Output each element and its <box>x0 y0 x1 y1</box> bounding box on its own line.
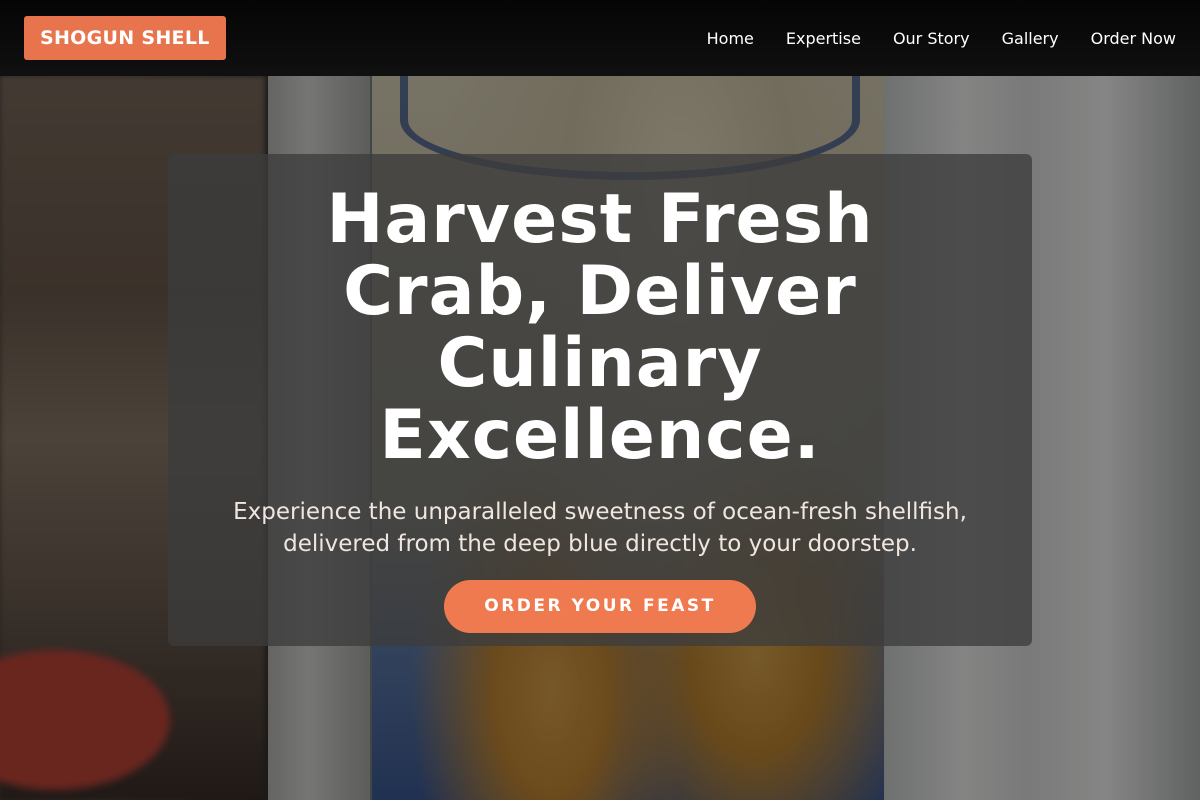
main-nav: Home Expertise Our Story Gallery Order N… <box>707 29 1176 48</box>
order-your-feast-button[interactable]: ORDER YOUR FEAST <box>444 580 756 633</box>
nav-link-home[interactable]: Home <box>707 29 754 48</box>
hero-card: Harvest Fresh Crab, Deliver Culinary Exc… <box>168 154 1032 646</box>
brand-logo[interactable]: SHOGUN SHELL <box>24 16 226 60</box>
nav-link-our-story[interactable]: Our Story <box>893 29 970 48</box>
site-header: SHOGUN SHELL Home Expertise Our Story Ga… <box>0 0 1200 76</box>
hero-title: Harvest Fresh Crab, Deliver Culinary Exc… <box>326 180 874 475</box>
nav-link-order-now[interactable]: Order Now <box>1091 29 1176 48</box>
nav-link-gallery[interactable]: Gallery <box>1002 29 1059 48</box>
hero-subtitle: Experience the unparalleled sweetness of… <box>233 499 967 557</box>
nav-link-expertise[interactable]: Expertise <box>786 29 861 48</box>
